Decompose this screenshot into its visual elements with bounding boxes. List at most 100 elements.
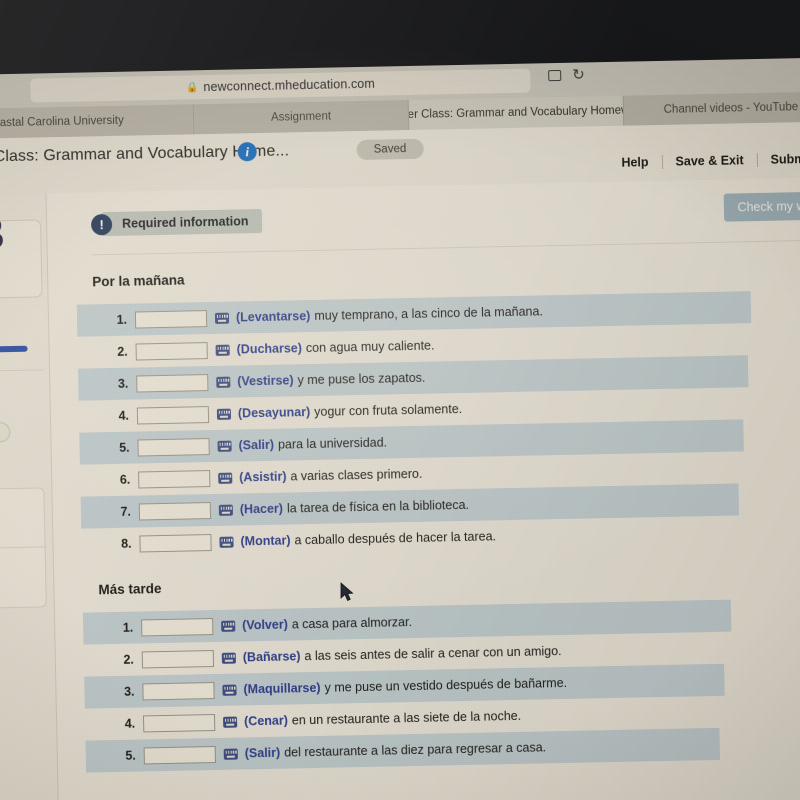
item-verb: (Asistir) [239,469,287,485]
item-number: 3. [123,684,135,699]
item-number: 7. [120,504,132,519]
content-divider [91,240,800,256]
item-text: yogur con fruta solamente. [314,401,463,419]
keyboard-icon[interactable] [222,684,237,696]
answer-input[interactable] [138,469,211,488]
answer-input[interactable] [141,617,214,636]
rail-tools-divider [0,546,47,549]
exercise-list-mas-tarde: 1. (Volver) a casa para almorzar. 2. (Ba… [63,597,800,773]
item-number: 4. [124,716,136,731]
assignment-body: 3 of 2 03:38 ok nces [0,177,800,800]
keyboard-icon[interactable] [221,620,236,632]
answer-input[interactable] [137,437,210,457]
item-number: 3. [117,376,129,391]
mouse-cursor [340,582,354,602]
item-text: y me puse los zapatos. [297,370,426,388]
item-number: 2. [117,344,128,359]
answer-input[interactable] [139,533,212,552]
item-text: para la universidad. [277,435,388,452]
keyboard-icon[interactable] [217,440,232,452]
rail-divider [0,369,45,372]
item-text: en un restaurante a las siete de la noch… [291,708,522,728]
saved-status-badge: Saved [356,138,424,161]
keyboard-icon[interactable] [218,472,233,484]
item-number: 6. [119,472,131,487]
answer-input[interactable] [141,649,215,668]
answer-input[interactable] [142,681,215,700]
item-number: 8. [120,536,132,551]
item-verb: (Bañarse) [242,649,301,665]
header-actions: Help Save & Exit Submit [608,151,800,170]
item-verb: (Maquillarse) [243,680,321,697]
lock-icon: 🔒 [185,81,199,93]
save-and-exit-link[interactable]: Save & Exit [661,153,757,169]
section-title-mas-tarde: Más tarde [98,581,162,598]
timer-badge: 03:38 [0,422,10,444]
answer-input[interactable] [134,309,208,329]
progress-bar [0,345,28,353]
question-number-box [0,219,43,299]
required-information-banner: ! Required information [90,208,263,237]
url-text: newconnect.mheducation.com [203,76,375,95]
answer-input[interactable] [142,713,216,732]
item-text: con agua muy caliente. [305,338,435,356]
item-text: a caballo después de hacer la tarea. [294,529,497,548]
item-number: 5. [125,748,136,763]
exclamation-icon: ! [90,213,113,235]
check-my-work-button[interactable]: Check my work [723,191,800,222]
item-number: 1. [116,312,128,327]
item-verb: (Cenar) [243,713,289,729]
help-link[interactable]: Help [608,155,661,170]
answer-input[interactable] [143,745,216,764]
tab-assignment[interactable]: Assignment [193,99,410,135]
address-bar[interactable]: 🔒 newconnect.mheducation.com [30,68,531,103]
screen-photo: 🔒 newconnect.mheducation.com ↻ ▼ Coastal… [0,0,800,800]
item-number: 2. [123,652,134,667]
answer-input[interactable] [138,501,212,520]
keyboard-icon[interactable] [221,652,236,664]
answer-input[interactable] [135,341,208,361]
question-progress-label: of 2 [0,324,1,336]
question-number: 3 [0,207,5,259]
required-information-label: Required information [100,208,263,237]
rail-tools-panel: ok nces [0,487,47,609]
check-my-work-wrap: Check my work 2 [723,191,800,222]
item-text: a las seis antes de salir a cenar con un… [304,644,562,664]
toolbar-icons: ↻ [548,66,585,84]
item-verb: (Salir) [244,745,281,761]
item-verb: (Salir) [238,437,275,453]
item-text: a varias clases primero. [290,466,423,484]
item-verb: (Vestirse) [237,373,294,389]
tab-coastal-carolina-university[interactable]: Coastal Carolina University [0,104,195,139]
keyboard-icon[interactable] [216,376,231,388]
answer-input[interactable] [136,405,210,425]
keyboard-icon[interactable] [223,716,238,728]
item-verb: (Volver) [242,617,288,633]
keyboard-icon[interactable] [215,344,230,356]
item-number: 5. [119,440,130,455]
exercise-list-por-la-manana: 1. (Levantarse) muy temprano, a las cinc… [57,289,800,561]
item-verb: (Montar) [240,533,291,549]
submit-link[interactable]: Submit [756,151,800,168]
keyboard-icon[interactable] [219,536,234,548]
browser-window: 🔒 newconnect.mheducation.com ↻ ▼ Coastal… [0,57,800,800]
tab-after-class-grammar-vocabulary[interactable]: After Class: Grammar and Vocabulary Home… [408,95,625,130]
reload-icon[interactable]: ↻ [572,66,585,83]
item-verb: (Ducharse) [236,341,303,357]
sidebar-item-ebook[interactable]: ok [0,498,46,499]
keyboard-icon[interactable] [214,312,230,324]
item-text: a casa para almorzar. [291,615,413,632]
reader-view-icon[interactable] [548,69,562,82]
sidebar-item-references[interactable]: nces [0,558,47,559]
item-number: 1. [122,620,134,635]
section-title-por-la-manana: Por la mañana [92,272,185,290]
item-verb: (Hacer) [239,501,284,517]
keyboard-icon[interactable] [223,748,238,760]
item-verb: (Levantarse) [235,309,311,325]
question-content: ! Required information Check my work 2 P… [54,177,800,800]
keyboard-icon[interactable] [218,504,233,516]
answer-input[interactable] [136,373,209,393]
tab-channel-videos-youtube[interactable]: Channel videos - YouTube [623,91,800,126]
keyboard-icon[interactable] [216,408,232,420]
item-verb: (Desayunar) [237,405,311,421]
